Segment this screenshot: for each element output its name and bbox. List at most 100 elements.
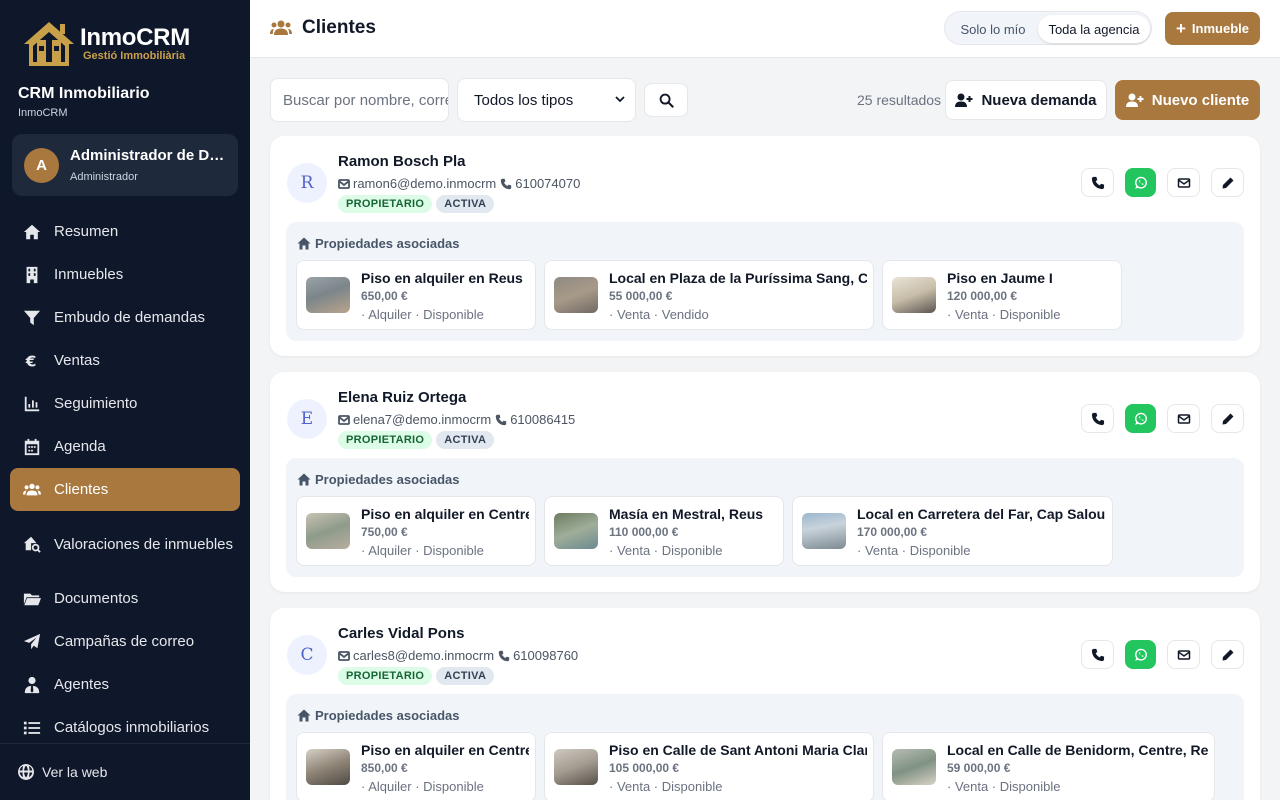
client-contact: ramon6@demo.inmocrm 610074070: [338, 176, 584, 191]
sidebar-item-campanas[interactable]: Campañas de correo: [10, 620, 240, 663]
page-title: Clientes: [270, 17, 376, 39]
property-meta: · Venta · Vendido: [609, 307, 709, 322]
sidebar-item-resumen[interactable]: Resumen: [10, 210, 240, 253]
associated-properties: Propiedades asociadas Piso en alquiler e…: [286, 694, 1244, 800]
globe-icon: [18, 764, 34, 780]
sidebar-item-agentes[interactable]: Agentes: [10, 663, 240, 706]
sidebar-item-documentos[interactable]: Documentos: [10, 577, 240, 620]
property-meta: · Venta · Disponible: [609, 543, 723, 558]
client-actions: [1070, 640, 1244, 669]
house-search-icon: [22, 534, 42, 554]
property-card[interactable]: Local en Plaza de la Puríssima Sang, Cen…: [544, 260, 874, 330]
client-card: E Elena Ruiz Ortega elena7@demo.inmocrm …: [270, 372, 1260, 592]
role-badge: PROPIETARIO: [338, 431, 433, 449]
property-card[interactable]: Piso en alquiler en Reus 650,00 € · Alqu…: [296, 260, 536, 330]
whatsapp-button[interactable]: [1125, 168, 1156, 197]
edit-button[interactable]: [1211, 404, 1244, 433]
client-name[interactable]: Ramon Bosch Pla: [338, 153, 466, 170]
status-badge: ACTIVA: [436, 195, 495, 213]
client-card: C Carles Vidal Pons carles8@demo.inmocrm…: [270, 608, 1260, 800]
sidebar-item-seguimiento[interactable]: Seguimiento: [10, 382, 240, 425]
search-button[interactable]: [644, 83, 688, 117]
add-property-button[interactable]: + Inmueble: [1165, 12, 1260, 45]
client-email[interactable]: elena7@demo.inmocrm: [338, 412, 491, 427]
property-card[interactable]: Piso en alquiler en Centre 850,00 € · Al…: [296, 732, 536, 800]
home-icon: [22, 222, 42, 242]
avatar: A: [24, 148, 59, 183]
crm-title: CRM Inmobiliario: [18, 85, 150, 102]
property-card[interactable]: Piso en Jaume I 120 000,00 € · Venta · D…: [882, 260, 1122, 330]
client-actions: [1070, 168, 1244, 197]
email-button[interactable]: [1167, 168, 1200, 197]
scope-agency-option[interactable]: Toda la agencia: [1038, 15, 1150, 43]
edit-button[interactable]: [1211, 168, 1244, 197]
sidebar-item-agenda[interactable]: Agenda: [10, 425, 240, 468]
property-meta: · Venta · Disponible: [609, 779, 723, 794]
property-title: Local en Plaza de la Puríssima Sang, Cen…: [609, 270, 867, 286]
brand-tagline: Gestió Immobiliària: [83, 50, 186, 62]
property-card[interactable]: Masía en Mestral, Reus 110 000,00 € · Ve…: [544, 496, 784, 566]
property-card[interactable]: Piso en alquiler en Centre 750,00 € · Al…: [296, 496, 536, 566]
user-plus-icon: [955, 93, 973, 107]
property-thumbnail: [892, 749, 936, 785]
associated-properties: Propiedades asociadas Piso en alquiler e…: [286, 222, 1244, 341]
scope-mine-option[interactable]: Solo lo mío: [949, 15, 1037, 43]
property-card[interactable]: Piso en Calle de Sant Antoni Maria Clare…: [544, 732, 874, 800]
sidebar-item-embudo[interactable]: Embudo de demandas: [10, 296, 240, 339]
associated-properties: Propiedades asociadas Piso en alquiler e…: [286, 458, 1244, 577]
client-actions: [1070, 404, 1244, 433]
client-tags: PROPIETARIO ACTIVA: [338, 431, 498, 449]
crm-subtitle: InmoCRM: [18, 107, 68, 119]
phone-icon: [498, 650, 510, 661]
whatsapp-button[interactable]: [1125, 404, 1156, 433]
property-title: Piso en alquiler en Reus: [361, 270, 523, 286]
client-name[interactable]: Elena Ruiz Ortega: [338, 389, 466, 406]
new-demand-label: Nueva demanda: [981, 91, 1097, 109]
property-card[interactable]: Local en Carretera del Far, Cap Salou, S…: [792, 496, 1113, 566]
client-email[interactable]: carles8@demo.inmocrm: [338, 648, 494, 663]
paper-plane-icon: [22, 632, 42, 652]
envelope-icon: [1177, 649, 1190, 660]
new-demand-button[interactable]: Nueva demanda: [945, 80, 1107, 120]
user-role: Administrador: [70, 171, 138, 183]
email-button[interactable]: [1167, 404, 1200, 433]
view-website-link[interactable]: Ver la web: [0, 743, 250, 800]
sidebar-item-valoraciones[interactable]: Valoraciones de inmuebles: [10, 511, 240, 577]
client-phone[interactable]: 610074070: [500, 176, 580, 191]
new-client-button[interactable]: Nuevo cliente: [1115, 80, 1260, 120]
client-name[interactable]: Carles Vidal Pons: [338, 625, 464, 642]
role-badge: PROPIETARIO: [338, 195, 433, 213]
whatsapp-button[interactable]: [1125, 640, 1156, 669]
building-icon: [22, 265, 42, 285]
sidebar-item-inmuebles[interactable]: Inmuebles: [10, 253, 240, 296]
envelope-icon: [338, 414, 350, 425]
users-icon: [22, 480, 42, 500]
type-filter-select[interactable]: Todos los tipos: [457, 78, 636, 122]
sidebar-item-clientes[interactable]: Clientes: [10, 468, 240, 511]
call-button[interactable]: [1081, 640, 1114, 669]
property-price: 170 000,00 €: [857, 525, 928, 539]
user-plus-icon: [1125, 93, 1144, 107]
logo-house-icon: [24, 22, 74, 66]
status-badge: ACTIVA: [436, 431, 495, 449]
whatsapp-icon: [1134, 176, 1147, 189]
client-email[interactable]: ramon6@demo.inmocrm: [338, 176, 496, 191]
call-button[interactable]: [1081, 404, 1114, 433]
property-thumbnail: [554, 513, 598, 549]
sidebar-item-ventas[interactable]: € Ventas: [10, 339, 240, 382]
client-contact: carles8@demo.inmocrm 610098760: [338, 648, 582, 663]
client-phone[interactable]: 610086415: [495, 412, 575, 427]
edit-button[interactable]: [1211, 640, 1244, 669]
envelope-icon: [338, 178, 350, 189]
sidebar: InmoCRM Gestió Immobiliària CRM Inmobili…: [0, 0, 250, 800]
client-phone[interactable]: 610098760: [498, 648, 578, 663]
brand-logo[interactable]: InmoCRM Gestió Immobiliària: [20, 18, 190, 70]
user-card[interactable]: A Administrador de Demo Administrador: [12, 134, 238, 196]
type-filter-value: Todos los tipos: [474, 91, 574, 109]
search-input[interactable]: [270, 78, 449, 122]
email-button[interactable]: [1167, 640, 1200, 669]
property-card[interactable]: Local en Calle de Benidorm, Centre, Reus…: [882, 732, 1215, 800]
call-button[interactable]: [1081, 168, 1114, 197]
property-meta: · Venta · Disponible: [857, 543, 971, 558]
sidebar-nav: Resumen Inmuebles Embudo de demandas € V…: [10, 210, 240, 749]
